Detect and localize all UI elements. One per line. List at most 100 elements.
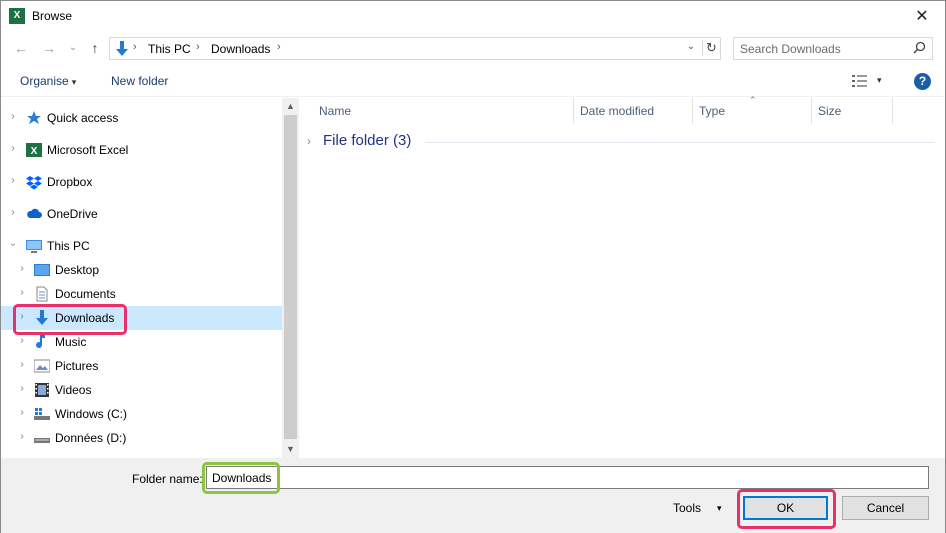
folder-name-input[interactable] — [206, 466, 929, 489]
column-header-date-modified[interactable]: Date modified — [574, 98, 693, 124]
nav-item-label: Desktop — [55, 263, 100, 277]
nav-item-donnees-d[interactable]: › Données (D:) — [1, 426, 282, 450]
address-dropdown-icon[interactable]: ⌄ — [683, 41, 699, 52]
nav-item-desktop[interactable]: › Desktop — [1, 258, 282, 282]
address-row: ← → ⌄ ↑ › This PC › Downloads › ⌄ ↻ — [1, 34, 945, 62]
up-arrow-icon[interactable]: ↑ — [85, 38, 105, 58]
nav-item-onedrive[interactable]: › OneDrive — [1, 202, 282, 226]
chevron-right-icon[interactable]: › — [8, 207, 18, 218]
nav-item-label: Pictures — [55, 359, 99, 373]
chevron-right-icon[interactable]: › — [8, 175, 18, 186]
navigation-pane: › Quick access › X Microsoft Excel › Dro… — [1, 98, 282, 458]
nav-item-label: Music — [55, 335, 87, 349]
search-box[interactable] — [733, 37, 933, 60]
organise-label: Organise — [20, 74, 69, 88]
nav-scrollbar[interactable]: ▲ ▼ — [282, 98, 299, 458]
highlight-ok-button — [737, 489, 836, 529]
back-arrow-icon[interactable]: ← — [11, 38, 31, 58]
close-button[interactable]: ✕ — [899, 1, 945, 32]
nav-item-label: Microsoft Excel — [47, 143, 129, 157]
command-bar: Organise ▾ New folder ▾ ? — [1, 66, 945, 97]
star-icon — [26, 110, 42, 126]
nav-item-label: Videos — [55, 383, 92, 397]
chevron-right-icon[interactable]: › — [17, 359, 27, 370]
chevron-right-icon[interactable]: › — [17, 335, 27, 346]
excel-app-icon: X — [9, 8, 25, 24]
music-icon — [34, 334, 50, 350]
help-icon[interactable]: ? — [914, 73, 931, 90]
chevron-down-icon[interactable]: › — [8, 240, 19, 250]
chevron-right-icon[interactable]: › — [307, 134, 311, 148]
chevron-down-icon: ▾ — [71, 77, 77, 87]
chevron-right-icon[interactable]: › — [8, 111, 18, 122]
recent-locations-icon[interactable]: ⌄ — [63, 38, 83, 58]
nav-item-label: Quick access — [47, 111, 119, 125]
breadcrumb-downloads[interactable]: Downloads — [211, 42, 270, 56]
desktop-icon — [34, 262, 50, 278]
group-header[interactable]: › File folder (3) — [307, 132, 937, 152]
excel-icon: X — [26, 142, 42, 158]
nav-item-label: Documents — [55, 287, 116, 301]
group-divider — [425, 142, 935, 143]
view-options-icon[interactable] — [851, 74, 871, 88]
chevron-right-icon[interactable]: › — [8, 143, 18, 154]
address-bar[interactable]: › This PC › Downloads › ⌄ ↻ — [109, 37, 721, 60]
chevron-right-icon[interactable]: › — [17, 431, 27, 442]
scrollbar-thumb[interactable] — [284, 115, 297, 439]
nav-item-this-pc[interactable]: › This PC — [1, 234, 282, 258]
nav-item-label: Données (D:) — [55, 431, 127, 445]
nav-item-dropbox[interactable]: › Dropbox — [1, 170, 282, 194]
chevron-down-icon[interactable]: ▾ — [877, 75, 882, 86]
nav-item-videos[interactable]: › Videos — [1, 378, 282, 402]
downloads-icon — [114, 40, 130, 57]
search-icon[interactable] — [913, 41, 926, 54]
new-folder-button[interactable]: New folder — [111, 74, 168, 88]
column-header-name[interactable]: Name — [313, 98, 574, 124]
nav-item-quick-access[interactable]: › Quick access — [1, 106, 282, 130]
scroll-up-icon[interactable]: ▲ — [282, 98, 299, 115]
computer-icon — [26, 238, 42, 254]
nav-item-documents[interactable]: › Documents — [1, 282, 282, 306]
highlight-folder-name — [202, 462, 280, 494]
drive-d-icon — [34, 430, 50, 446]
group-label[interactable]: File folder (3) — [323, 132, 411, 149]
title-bar: X Browse ✕ — [1, 1, 945, 32]
sort-caret-icon: ⌃ — [749, 95, 757, 105]
nav-item-label: Windows (C:) — [55, 407, 128, 421]
column-header-size[interactable]: Size — [812, 98, 893, 124]
folder-name-label: Folder name: — [132, 472, 203, 486]
chevron-right-icon[interactable]: › — [17, 287, 27, 298]
videos-icon — [34, 382, 50, 398]
forward-arrow-icon[interactable]: → — [39, 38, 59, 58]
highlight-downloads — [13, 304, 127, 335]
cloud-icon — [26, 206, 42, 222]
nav-item-microsoft-excel[interactable]: › X Microsoft Excel — [1, 138, 282, 162]
nav-item-label: Dropbox — [47, 175, 93, 189]
pictures-icon — [34, 358, 50, 374]
cancel-button[interactable]: Cancel — [842, 496, 929, 520]
chevron-right-icon[interactable]: › — [17, 407, 27, 418]
browse-dialog: X Browse ✕ ← → ⌄ ↑ › This PC › Downloads… — [0, 0, 946, 533]
file-list: Name Date modified Type ⌃ Size › File fo… — [299, 95, 945, 458]
documents-icon — [34, 286, 50, 302]
refresh-icon[interactable]: ↻ — [702, 40, 720, 56]
svg-text:X: X — [31, 146, 38, 157]
chevron-down-icon[interactable]: ▾ — [717, 503, 722, 514]
chevron-right-icon[interactable]: › — [17, 263, 27, 274]
breadcrumb-this-pc[interactable]: This PC — [148, 42, 191, 56]
tools-button[interactable]: Tools — [673, 501, 701, 515]
breadcrumb-separator[interactable]: › — [277, 41, 281, 53]
nav-item-pictures[interactable]: › Pictures — [1, 354, 282, 378]
window-title: Browse — [32, 9, 73, 23]
scroll-down-icon[interactable]: ▼ — [282, 441, 299, 458]
organise-button[interactable]: Organise ▾ — [20, 74, 76, 88]
nav-item-label: OneDrive — [47, 207, 98, 221]
breadcrumb-separator[interactable]: › — [196, 41, 200, 53]
drive-c-icon — [34, 406, 50, 422]
breadcrumb-separator[interactable]: › — [133, 41, 137, 53]
nav-item-label: This PC — [47, 239, 90, 253]
nav-item-windows-c[interactable]: › Windows (C:) — [1, 402, 282, 426]
dropbox-icon — [26, 174, 42, 190]
search-input[interactable] — [740, 41, 910, 57]
chevron-right-icon[interactable]: › — [17, 383, 27, 394]
